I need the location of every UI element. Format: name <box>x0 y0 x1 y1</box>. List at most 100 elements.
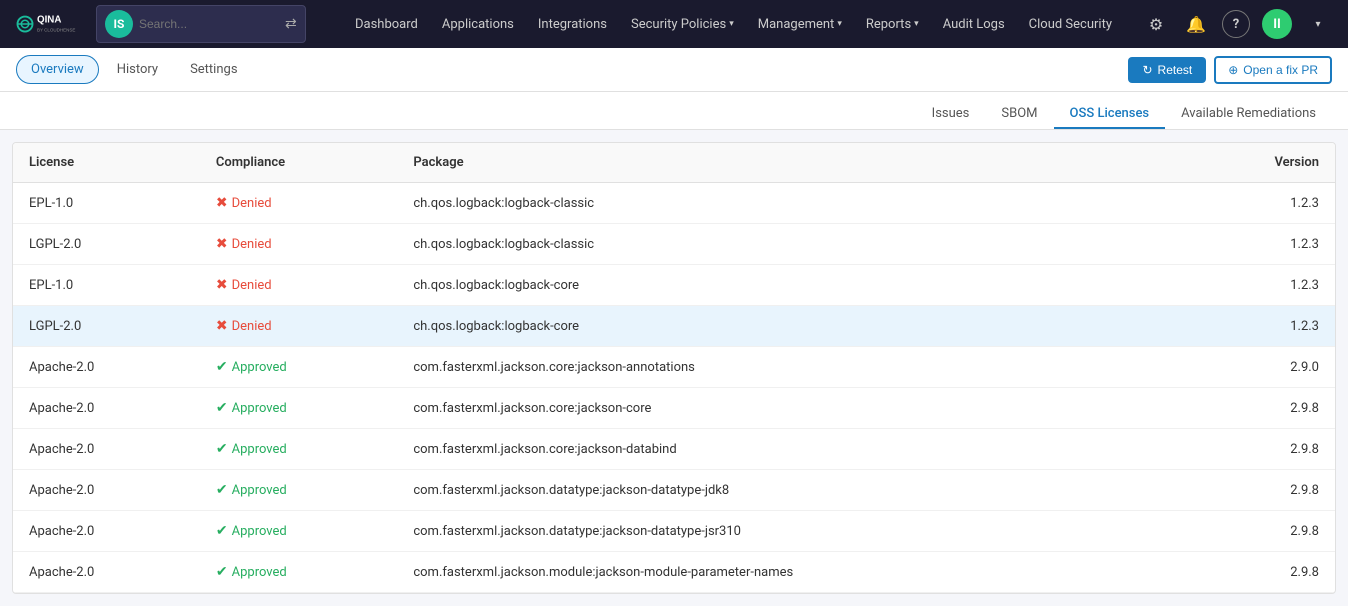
chevron-down-icon: ▾ <box>837 19 842 29</box>
cell-version: 1.2.3 <box>1188 265 1335 306</box>
cell-license: LGPL-2.0 <box>13 306 200 347</box>
sub-header-actions: ↻ Retest ⊕ Open a fix PR <box>1128 56 1332 84</box>
search-box[interactable]: IS ⇄ <box>96 5 306 43</box>
nav-link-integrations[interactable]: Integrations <box>528 11 617 38</box>
cell-package: com.fasterxml.jackson.core:jackson-core <box>397 388 1188 429</box>
table-row: EPL-1.0 ✖ Denied ch.qos.logback:logback-… <box>13 183 1335 224</box>
cell-version: 2.9.8 <box>1188 388 1335 429</box>
nav-link-cloud-security[interactable]: Cloud Security <box>1019 11 1122 38</box>
nav-link-management[interactable]: Management ▾ <box>748 11 852 38</box>
nav-icons: ⚙ 🔔 ? II ▾ <box>1142 9 1332 39</box>
tab-overview[interactable]: Overview <box>16 55 99 84</box>
pr-icon: ⊕ <box>1228 63 1238 77</box>
cell-compliance: ✔ Approved <box>200 552 397 593</box>
retest-button[interactable]: ↻ Retest <box>1128 57 1206 83</box>
cell-version: 2.9.8 <box>1188 511 1335 552</box>
cell-package: com.fasterxml.jackson.core:jackson-datab… <box>397 429 1188 470</box>
compliance-badge: ✔ Approved <box>216 441 287 457</box>
compliance-badge: ✖ Denied <box>216 195 272 211</box>
tab-sbom[interactable]: SBOM <box>985 100 1053 129</box>
svg-text:QINA: QINA <box>37 15 61 26</box>
denied-icon: ✖ <box>216 318 228 334</box>
cell-compliance: ✔ Approved <box>200 429 397 470</box>
compliance-badge: ✔ Approved <box>216 359 287 375</box>
col-header-version: Version <box>1188 143 1335 183</box>
search-input[interactable] <box>139 17 279 31</box>
tab-oss-licenses[interactable]: OSS Licenses <box>1054 100 1166 129</box>
cell-license: EPL-1.0 <box>13 183 200 224</box>
table-row: LGPL-2.0 ✖ Denied ch.qos.logback:logback… <box>13 306 1335 347</box>
denied-icon: ✖ <box>216 236 228 252</box>
table-row: Apache-2.0 ✔ Approved com.fasterxml.jack… <box>13 429 1335 470</box>
nav-link-security-policies[interactable]: Security Policies ▾ <box>621 11 744 38</box>
approved-icon: ✔ <box>216 441 228 457</box>
denied-icon: ✖ <box>216 277 228 293</box>
cell-package: com.fasterxml.jackson.datatype:jackson-d… <box>397 470 1188 511</box>
sub-header: Overview History Settings ↻ Retest ⊕ Ope… <box>0 48 1348 92</box>
table-row: Apache-2.0 ✔ Approved com.fasterxml.jack… <box>13 347 1335 388</box>
table-row: Apache-2.0 ✔ Approved com.fasterxml.jack… <box>13 388 1335 429</box>
app-icon: IS <box>105 10 133 38</box>
cell-license: Apache-2.0 <box>13 552 200 593</box>
swap-icon[interactable]: ⇄ <box>285 16 297 32</box>
table-row: Apache-2.0 ✔ Approved com.fasterxml.jack… <box>13 470 1335 511</box>
cell-package: ch.qos.logback:logback-classic <box>397 224 1188 265</box>
help-icon[interactable]: ? <box>1222 10 1250 38</box>
tab-history[interactable]: History <box>103 56 172 83</box>
cell-compliance: ✔ Approved <box>200 470 397 511</box>
approved-icon: ✔ <box>216 564 228 580</box>
cell-license: EPL-1.0 <box>13 265 200 306</box>
cell-version: 2.9.8 <box>1188 552 1335 593</box>
content-tabs: Issues SBOM OSS Licenses Available Remed… <box>0 92 1348 130</box>
cell-license: LGPL-2.0 <box>13 224 200 265</box>
cell-package: ch.qos.logback:logback-core <box>397 265 1188 306</box>
chevron-down-icon: ▾ <box>914 19 919 29</box>
bell-icon[interactable]: 🔔 <box>1182 10 1210 38</box>
nav-link-dashboard[interactable]: Dashboard <box>345 11 428 38</box>
col-header-compliance: Compliance <box>200 143 397 183</box>
tab-settings[interactable]: Settings <box>176 56 251 83</box>
cell-license: Apache-2.0 <box>13 347 200 388</box>
approved-icon: ✔ <box>216 482 228 498</box>
nav-link-reports[interactable]: Reports ▾ <box>856 11 929 38</box>
open-fix-pr-button[interactable]: ⊕ Open a fix PR <box>1214 56 1332 84</box>
cell-license: Apache-2.0 <box>13 511 200 552</box>
cell-license: Apache-2.0 <box>13 470 200 511</box>
nav-link-applications[interactable]: Applications <box>432 11 524 38</box>
cell-version: 1.2.3 <box>1188 306 1335 347</box>
approved-icon: ✔ <box>216 400 228 416</box>
cell-compliance: ✔ Approved <box>200 511 397 552</box>
cell-compliance: ✖ Denied <box>200 265 397 306</box>
compliance-badge: ✖ Denied <box>216 318 272 334</box>
denied-icon: ✖ <box>216 195 228 211</box>
cell-version: 2.9.8 <box>1188 470 1335 511</box>
chevron-down-icon[interactable]: ▾ <box>1304 10 1332 38</box>
table-row: EPL-1.0 ✖ Denied ch.qos.logback:logback-… <box>13 265 1335 306</box>
tab-available-remediations[interactable]: Available Remediations <box>1165 100 1332 129</box>
cell-package: ch.qos.logback:logback-core <box>397 306 1188 347</box>
cell-package: com.fasterxml.jackson.core:jackson-annot… <box>397 347 1188 388</box>
cell-version: 1.2.3 <box>1188 183 1335 224</box>
table-row: LGPL-2.0 ✖ Denied ch.qos.logback:logback… <box>13 224 1335 265</box>
cell-package: com.fasterxml.jackson.module:jackson-mod… <box>397 552 1188 593</box>
table-row: Apache-2.0 ✔ Approved com.fasterxml.jack… <box>13 511 1335 552</box>
svg-text:BY CLOUDHENSE AI: BY CLOUDHENSE AI <box>37 28 76 33</box>
cell-compliance: ✔ Approved <box>200 347 397 388</box>
table-header-row: License Compliance Package Version <box>13 143 1335 183</box>
avatar[interactable]: II <box>1262 9 1292 39</box>
compliance-badge: ✔ Approved <box>216 482 287 498</box>
refresh-icon: ↻ <box>1142 63 1152 77</box>
settings-icon[interactable]: ⚙ <box>1142 10 1170 38</box>
nav-links: Dashboard Applications Integrations Secu… <box>345 11 1122 38</box>
chevron-down-icon: ▾ <box>729 19 734 29</box>
brand: QINA BY CLOUDHENSE AI <box>16 9 76 39</box>
nav-link-audit-logs[interactable]: Audit Logs <box>933 11 1015 38</box>
tab-issues[interactable]: Issues <box>916 100 986 129</box>
compliance-badge: ✖ Denied <box>216 236 272 252</box>
approved-icon: ✔ <box>216 523 228 539</box>
cell-compliance: ✖ Denied <box>200 306 397 347</box>
cell-license: Apache-2.0 <box>13 429 200 470</box>
cell-compliance: ✔ Approved <box>200 388 397 429</box>
cell-package: ch.qos.logback:logback-classic <box>397 183 1188 224</box>
cell-version: 2.9.8 <box>1188 429 1335 470</box>
